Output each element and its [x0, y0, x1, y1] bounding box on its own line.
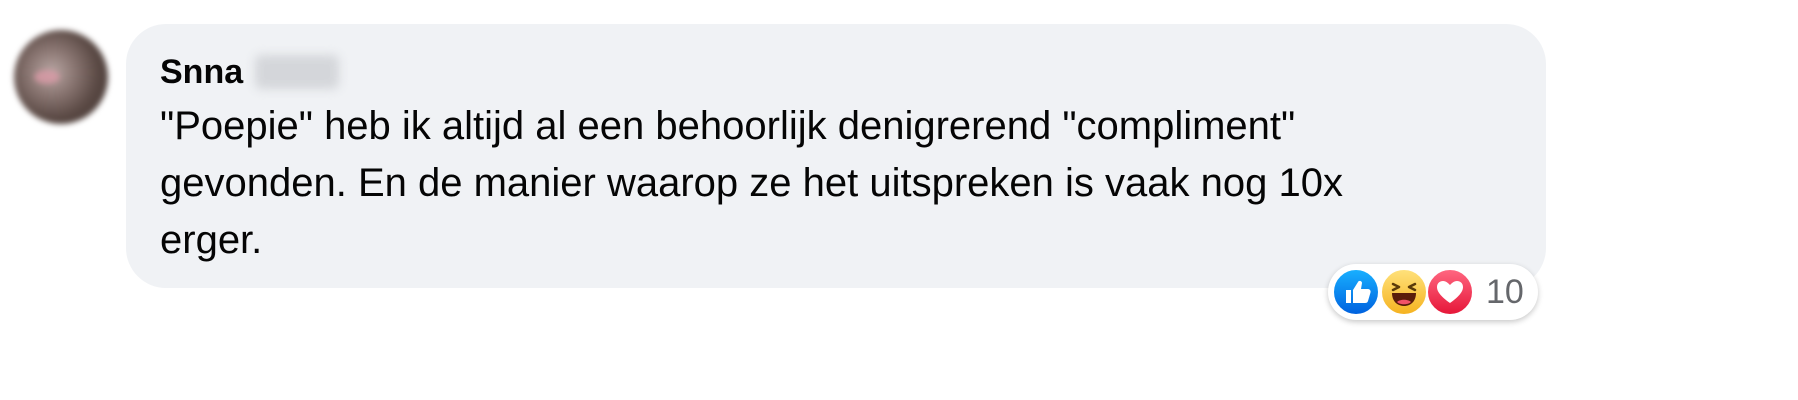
author-surname-blurred [255, 55, 340, 89]
author-name[interactable]: Snna [160, 52, 243, 92]
like-icon [1332, 268, 1380, 316]
commenter-avatar[interactable] [14, 30, 108, 124]
haha-icon [1380, 268, 1428, 316]
love-icon [1426, 268, 1474, 316]
reactions-summary[interactable]: 10 [1328, 264, 1538, 320]
comment-text: "Poepie" heb ik altijd al een behoorlijk… [160, 104, 1343, 262]
reaction-count[interactable]: 10 [1486, 264, 1524, 320]
comment-author[interactable]: Snna [160, 52, 340, 92]
